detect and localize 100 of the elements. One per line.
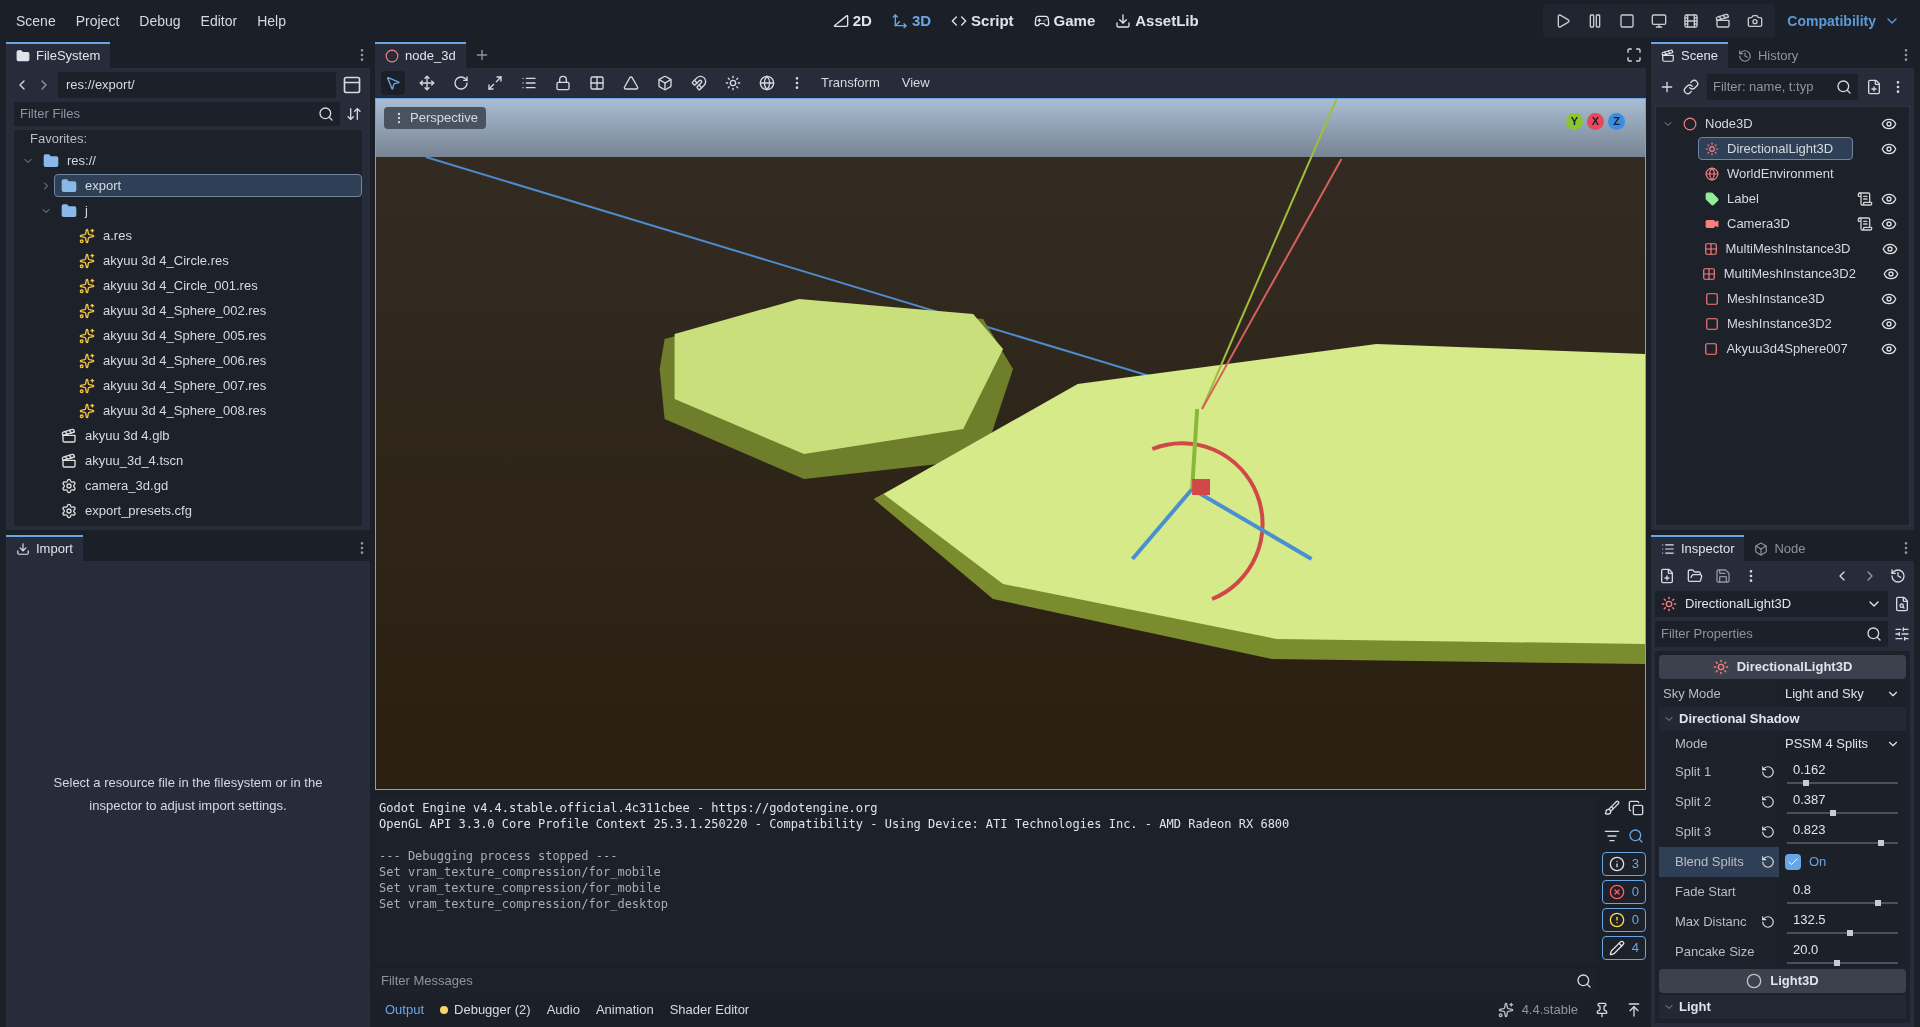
reset-icon[interactable] <box>1761 825 1775 839</box>
slider-track[interactable] <box>1787 901 1898 904</box>
bottom-panel-tab[interactable]: Shader Editor <box>663 1000 756 1020</box>
menu-item[interactable]: Help <box>249 10 294 32</box>
scene-tree-item[interactable]: MeshInstance3D <box>1698 287 1853 310</box>
slider-track[interactable] <box>1787 931 1898 934</box>
file-tree-item[interactable]: akyuu 3d 4_Sphere_006.res <box>72 349 362 372</box>
file-tree-item[interactable]: akyuu 3d 4.glb <box>54 424 362 447</box>
camera-icon[interactable] <box>1747 13 1764 29</box>
file-tree-item[interactable]: export <box>54 174 362 197</box>
message-filter-toggle[interactable]: 0 <box>1602 880 1646 904</box>
workspace-tab[interactable]: Game <box>1029 9 1100 33</box>
file-tree-item[interactable]: akyuu 3d 4_Sphere_002.res <box>72 299 362 322</box>
filter-field[interactable]: Filter Files <box>14 102 340 126</box>
dock-tab[interactable]: History <box>1727 42 1809 68</box>
reset-icon[interactable] <box>1761 795 1775 809</box>
property-value[interactable]: 0.823 <box>1785 820 1900 840</box>
expand-panel-icon[interactable] <box>1626 1002 1642 1018</box>
slider-track[interactable] <box>1787 961 1898 964</box>
dock-tab[interactable]: Import <box>6 535 83 561</box>
scene-tree-item[interactable]: Label <box>1698 187 1853 210</box>
file-tree-item[interactable]: j <box>54 199 362 222</box>
clear-icon[interactable] <box>1604 800 1620 816</box>
reset-icon[interactable] <box>1761 915 1775 929</box>
slider-track[interactable] <box>1787 841 1898 844</box>
slider-thumb[interactable] <box>1847 929 1854 936</box>
scene-tree-item[interactable]: Camera3D <box>1698 212 1853 235</box>
file-tree-item[interactable]: a.res <box>72 224 362 247</box>
slider-thumb[interactable] <box>1875 899 1881 906</box>
script-icon[interactable] <box>1857 190 1873 207</box>
workspace-tab[interactable]: 2D <box>828 9 876 33</box>
slider-thumb[interactable] <box>1878 839 1885 846</box>
filter-field[interactable]: Filter Properties <box>1655 621 1888 647</box>
slider-thumb[interactable] <box>1833 959 1840 966</box>
file-tree-item[interactable]: akyuu 3d 4_Sphere_005.res <box>72 324 362 347</box>
slider-thumb[interactable] <box>1829 809 1836 816</box>
property-value[interactable]: 0.8 <box>1785 880 1900 900</box>
reset-icon[interactable] <box>1761 855 1775 869</box>
toolbar-menu[interactable]: Transform <box>815 73 886 93</box>
tool-button[interactable] <box>381 71 405 95</box>
pin-icon[interactable] <box>1594 1002 1610 1018</box>
scene-tree-item[interactable]: MultiMeshInstance3D2 <box>1694 262 1863 285</box>
dock-tab[interactable]: Scene <box>1651 42 1728 68</box>
file-tree-item[interactable]: akyuu 3d 4_Circle_001.res <box>72 274 362 297</box>
add-node-icon[interactable] <box>1659 79 1675 95</box>
file-tree-item[interactable]: akyuu 3d 4_Sphere_007.res <box>72 374 362 397</box>
scene-tree-item[interactable]: DirectionalLight3D <box>1698 137 1853 160</box>
layout-toggle-icon[interactable] <box>342 75 362 95</box>
scene-tree-item[interactable]: Node3D <box>1676 112 1853 135</box>
message-filter-toggle[interactable]: 0 <box>1602 908 1646 932</box>
file-tree-item[interactable]: res:// <box>36 149 362 172</box>
toolbar-menu[interactable]: View <box>895 73 936 93</box>
workspace-tab[interactable]: Script <box>947 9 1018 33</box>
renderer-dropdown[interactable]: Compatibility <box>1775 10 1912 32</box>
scene-tree-item[interactable]: MultiMeshInstance3D <box>1696 237 1858 260</box>
property-value[interactable]: 0.387 <box>1785 790 1900 810</box>
menu-item[interactable]: Project <box>67 10 128 32</box>
filter-field[interactable]: Filter: name, t:typ <box>1707 74 1858 100</box>
slider-track[interactable] <box>1787 781 1898 784</box>
link-icon[interactable] <box>1683 79 1699 95</box>
property-value[interactable]: 20.0 <box>1785 940 1900 960</box>
document-tab[interactable]: node_3d <box>375 42 466 68</box>
workspace-tab[interactable]: 3D <box>887 9 936 33</box>
message-filter-toggle[interactable]: 4 <box>1602 936 1646 960</box>
perspective-menu[interactable]: Perspective <box>384 107 486 129</box>
property-value[interactable]: 132.5 <box>1785 910 1900 930</box>
workspace-tab[interactable]: AssetLib <box>1111 9 1203 33</box>
slider-thumb[interactable] <box>1802 779 1809 786</box>
open-folder-icon[interactable] <box>1687 568 1703 584</box>
bottom-panel-tab[interactable]: Animation <box>589 1000 660 1020</box>
menu-item[interactable]: Debug <box>131 10 189 32</box>
sort-icon[interactable] <box>346 106 362 122</box>
slider-track[interactable] <box>1787 811 1898 814</box>
scene-tree-item[interactable]: MeshInstance3D2 <box>1698 312 1853 335</box>
stop-icon[interactable] <box>1619 13 1636 29</box>
scene-tree-item[interactable]: WorldEnvironment <box>1698 162 1853 185</box>
object-selector[interactable]: DirectionalLight3D <box>1655 591 1888 617</box>
menu-item[interactable]: Editor <box>192 10 246 32</box>
file-tree-item[interactable]: akyuu 3d 4_Circle.res <box>72 249 362 272</box>
checkbox[interactable] <box>1785 854 1801 870</box>
bottom-panel-tab[interactable]: Output <box>379 1000 431 1020</box>
dock-tab[interactable]: Node <box>1744 535 1816 561</box>
copy-icon[interactable] <box>1628 800 1644 816</box>
file-tree-item[interactable]: akyuu_3d_4.tscn <box>54 449 362 472</box>
path-field[interactable]: res://export/ <box>58 72 336 98</box>
search-icon[interactable] <box>1628 828 1644 844</box>
film-icon[interactable] <box>1683 13 1700 29</box>
dock-tab[interactable]: FileSystem <box>6 42 111 68</box>
bottom-panel-tab[interactable]: Audio <box>540 1000 586 1020</box>
file-tree-item[interactable]: export_presets.cfg <box>54 499 362 522</box>
dock-tab[interactable]: Inspector <box>1651 535 1745 561</box>
save-icon[interactable] <box>1715 568 1731 584</box>
bottom-panel-tab[interactable]: Debugger (2) <box>434 1000 537 1020</box>
section-header[interactable]: DirectionalLight3D <box>1659 655 1906 679</box>
message-filter-toggle[interactable]: 3 <box>1602 852 1646 876</box>
version-label[interactable]: 4.4.stable <box>1521 1000 1578 1020</box>
section-header[interactable]: Light3D <box>1659 969 1906 993</box>
property-value[interactable]: 0.162 <box>1785 760 1900 780</box>
group-title[interactable]: Light <box>1679 997 1711 1017</box>
monitor-icon[interactable] <box>1651 13 1668 29</box>
